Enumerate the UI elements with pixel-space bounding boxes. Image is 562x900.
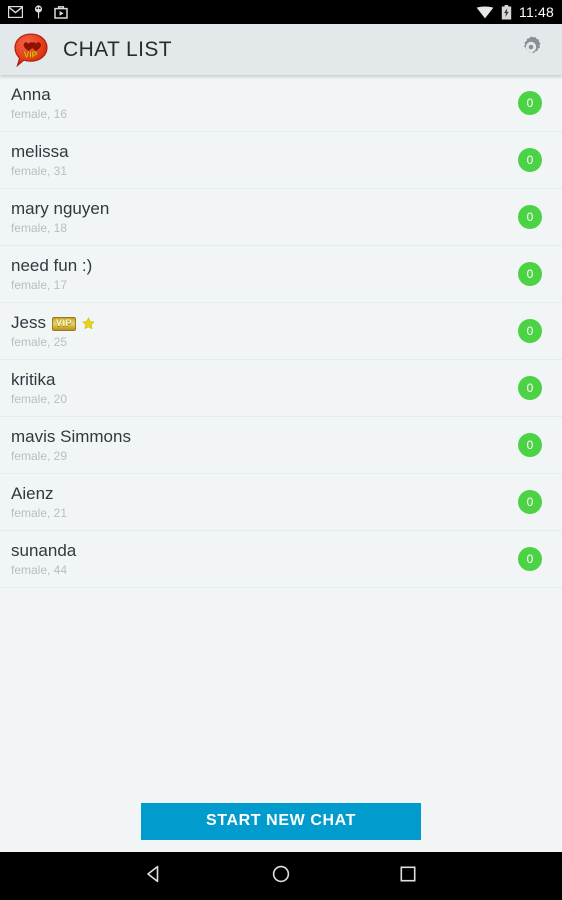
chat-item-name-line: melissa xyxy=(11,141,518,162)
chat-item-name: Anna xyxy=(11,85,51,104)
chat-item-subtitle: female, 29 xyxy=(11,449,68,463)
chat-item-name-line: Jess VIP xyxy=(11,312,518,333)
chat-list-item[interactable]: need fun :) female, 17 0 xyxy=(0,246,562,303)
chat-item-name: need fun :) xyxy=(11,256,93,275)
unread-count-badge: 0 xyxy=(518,376,542,400)
chat-item-name-line: mavis Simmons xyxy=(11,426,518,447)
start-new-chat-button[interactable]: START NEW CHAT xyxy=(141,802,421,840)
chat-item-subtitle: female, 44 xyxy=(11,563,68,577)
unread-count-badge: 0 xyxy=(518,91,542,115)
gear-icon[interactable] xyxy=(518,34,544,65)
battery-charging-icon xyxy=(501,4,512,20)
chat-item-subtitle: female, 31 xyxy=(11,164,68,178)
status-bar-right-icons: 11:48 xyxy=(476,4,554,20)
pin-icon xyxy=(33,5,44,19)
chat-list-item[interactable]: kritika female, 20 0 xyxy=(0,360,562,417)
chat-item-text-block: Jess VIP female, 25 xyxy=(11,312,518,350)
home-circle-icon[interactable] xyxy=(271,864,291,889)
status-bar-left-icons xyxy=(8,5,68,19)
chat-item-text-block: mary nguyen female, 18 xyxy=(11,198,518,236)
chat-list-item[interactable]: Anna female, 16 0 xyxy=(0,75,562,132)
nav-recents-button[interactable] xyxy=(384,852,432,900)
vip-heart-bubble-icon: VIP xyxy=(13,32,49,68)
chat-list-item[interactable]: sunanda female, 44 0 xyxy=(0,531,562,588)
chat-item-name-line: Aienz xyxy=(11,483,518,504)
star-icon xyxy=(82,316,95,330)
nav-back-button[interactable] xyxy=(130,852,178,900)
chat-item-subtitle: female, 21 xyxy=(11,506,68,520)
chat-item-name-line: sunanda xyxy=(11,540,518,561)
chat-item-name: melissa xyxy=(11,142,69,161)
recents-square-icon[interactable] xyxy=(398,864,418,889)
unread-count-badge: 0 xyxy=(518,319,542,343)
chat-item-text-block: melissa female, 31 xyxy=(11,141,518,179)
chat-item-name: mary nguyen xyxy=(11,199,110,218)
chat-item-subtitle: female, 16 xyxy=(11,107,68,121)
page-title: CHAT LIST xyxy=(63,37,173,61)
chat-list-item[interactable]: melissa female, 31 0 xyxy=(0,132,562,189)
svg-text:VIP: VIP xyxy=(24,49,38,59)
unread-count-badge: 0 xyxy=(518,148,542,172)
unread-count-badge: 0 xyxy=(518,433,542,457)
unread-count-badge: 0 xyxy=(518,262,542,286)
status-bar-clock: 11:48 xyxy=(519,4,554,20)
nav-home-button[interactable] xyxy=(257,852,305,900)
chat-item-name-line: need fun :) xyxy=(11,255,518,276)
vip-badge: VIP xyxy=(51,316,76,331)
android-status-bar: 11:48 xyxy=(0,0,562,24)
chat-item-name: sunanda xyxy=(11,541,77,560)
chat-item-name: mavis Simmons xyxy=(11,427,131,446)
chat-item-name-line: mary nguyen xyxy=(11,198,518,219)
chat-item-name: Jess xyxy=(11,313,46,332)
unread-count-badge: 0 xyxy=(518,205,542,229)
unread-count-badge: 0 xyxy=(518,547,542,571)
back-triangle-icon[interactable] xyxy=(144,864,164,889)
gmail-icon xyxy=(8,6,23,18)
chat-item-text-block: mavis Simmons female, 29 xyxy=(11,426,518,464)
bottom-action-area: START NEW CHAT xyxy=(0,790,562,852)
chat-list-item[interactable]: Jess VIP female, 25 0 xyxy=(0,303,562,360)
chat-item-text-block: need fun :) female, 17 xyxy=(11,255,518,293)
chat-item-text-block: sunanda female, 44 xyxy=(11,540,518,578)
app-toolbar: VIP CHAT LIST xyxy=(0,24,562,75)
chat-list-item[interactable]: mary nguyen female, 18 0 xyxy=(0,189,562,246)
chat-item-subtitle: female, 17 xyxy=(11,278,68,292)
chat-item-name: kritika xyxy=(11,370,56,389)
wifi-icon xyxy=(476,6,494,19)
chat-item-name-line: kritika xyxy=(11,369,518,390)
chat-item-subtitle: female, 20 xyxy=(11,392,68,406)
chat-list[interactable]: Anna female, 16 0 melissa female, 31 0 mary ng… xyxy=(0,75,562,588)
settings-button[interactable] xyxy=(516,35,546,65)
chat-item-name-line: Anna xyxy=(11,84,518,105)
chat-item-text-block: kritika female, 20 xyxy=(11,369,518,407)
unread-count-badge: 0 xyxy=(518,490,542,514)
bag-icon xyxy=(54,5,68,19)
chat-list-item[interactable]: mavis Simmons female, 29 0 xyxy=(0,417,562,474)
chat-item-name: Aienz xyxy=(11,484,54,503)
chat-item-subtitle: female, 25 xyxy=(11,335,68,349)
chat-item-subtitle: female, 18 xyxy=(11,221,68,235)
chat-item-text-block: Aienz female, 21 xyxy=(11,483,518,521)
android-navigation-bar xyxy=(0,852,562,900)
chat-list-item[interactable]: Aienz female, 21 0 xyxy=(0,474,562,531)
chat-item-text-block: Anna female, 16 xyxy=(11,84,518,122)
